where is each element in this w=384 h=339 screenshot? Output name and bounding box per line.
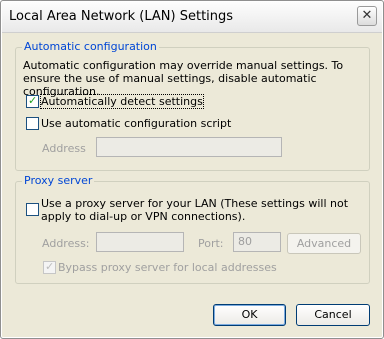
proxy-server-legend: Proxy server — [22, 174, 95, 187]
title-bar[interactable]: Local Area Network (LAN) Settings ✕ — [2, 2, 382, 33]
automatic-configuration-legend: Automatic configuration — [22, 40, 159, 53]
script-address-label: Address — [42, 142, 86, 155]
use-config-script-checkbox[interactable] — [26, 117, 39, 130]
dialog-body: Automatic configuration Automatic config… — [4, 33, 380, 335]
automatic-configuration-description: Automatic configuration may override man… — [23, 59, 344, 98]
proxy-address-label: Address: — [42, 237, 90, 250]
auto-detect-label[interactable]: Automatically detect settings — [40, 94, 204, 109]
close-button[interactable]: ✕ — [357, 6, 377, 26]
use-config-script-label[interactable]: Use automatic configuration script — [41, 117, 231, 130]
close-icon: ✕ — [361, 8, 373, 23]
bypass-local-checkbox[interactable]: ✓ — [43, 260, 56, 274]
proxy-address-field[interactable] — [96, 232, 184, 252]
check-mark-icon: ✓ — [45, 260, 55, 273]
proxy-port-field[interactable]: 80 — [233, 232, 281, 252]
use-proxy-label[interactable]: Use a proxy server for your LAN (These s… — [41, 197, 363, 223]
use-proxy-checkbox[interactable] — [26, 203, 39, 216]
lan-settings-dialog: Local Area Network (LAN) Settings ✕ Auto… — [0, 0, 384, 339]
dialog-title: Local Area Network (LAN) Settings — [9, 9, 234, 24]
bypass-local-label[interactable]: Bypass proxy server for local addresses — [58, 261, 277, 274]
script-address-field[interactable] — [96, 137, 282, 157]
proxy-port-label: Port: — [198, 237, 224, 250]
advanced-button[interactable]: Advanced — [287, 233, 361, 254]
ok-button[interactable]: OK — [213, 304, 286, 326]
check-mark-icon: ✓ — [28, 94, 38, 107]
cancel-button[interactable]: Cancel — [296, 304, 370, 326]
auto-detect-checkbox[interactable]: ✓ — [26, 94, 39, 108]
